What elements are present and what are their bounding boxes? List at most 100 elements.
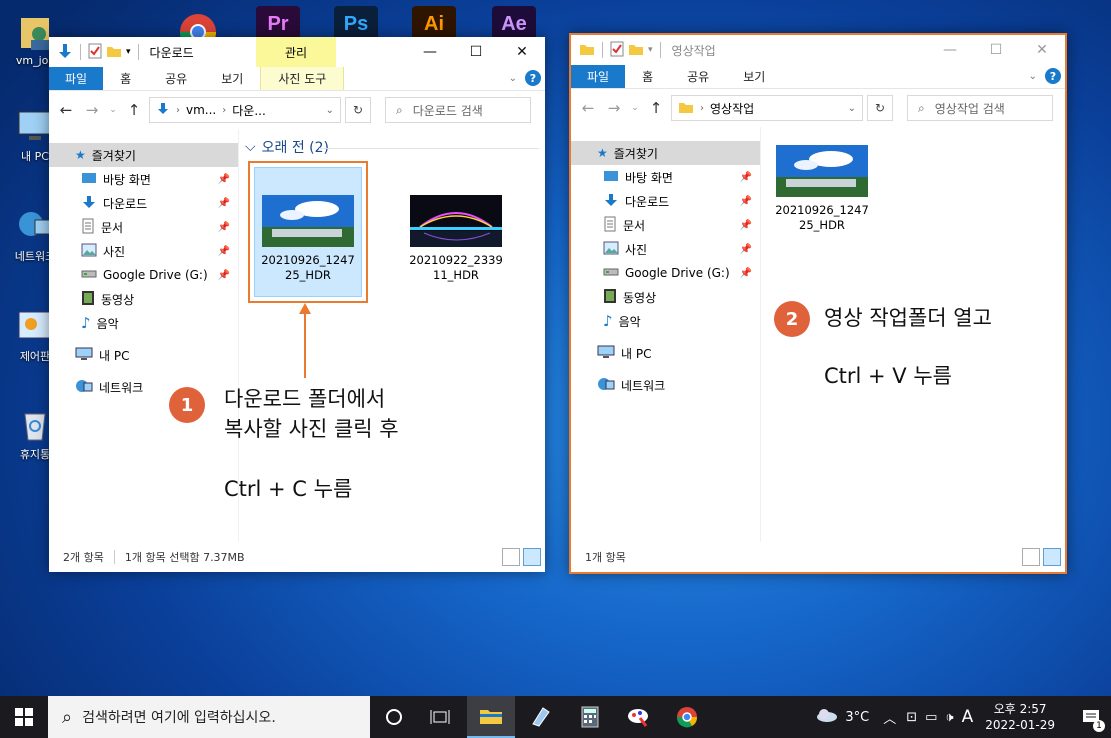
nav-music[interactable]: ♪ 음악 [49,311,238,335]
taskbar-search-input[interactable]: ⌕ 검색하려면 여기에 입력하십시오. [48,696,370,738]
nav-this-pc[interactable]: 내 PC [49,343,238,367]
search-input[interactable]: ⌕ 다운로드 검색 [385,97,531,123]
large-icons-view-button[interactable] [523,548,541,566]
context-tab-manage[interactable]: 관리 [256,37,336,67]
properties-icon[interactable] [610,41,624,60]
nav-videos[interactable]: 동영상 [49,287,238,311]
details-view-button[interactable] [502,548,520,566]
forward-button[interactable]: → [603,99,625,117]
nav-documents[interactable]: 문서 📌 [571,213,760,237]
breadcrumb-segment[interactable]: vm... [186,103,216,117]
search-input[interactable]: ⌕ 영상작업 검색 [907,95,1053,121]
clock[interactable]: 오후 2:57 2022-01-29 [985,701,1055,733]
maximize-button[interactable]: ☐ [453,37,499,67]
refresh-button[interactable]: ↻ [345,97,371,123]
pin-icon: 📌 [217,269,230,281]
help-icon[interactable]: ? [1045,68,1061,84]
nav-desktop[interactable]: 바탕 화면 📌 [49,167,238,191]
help-icon[interactable]: ? [525,70,541,86]
file-item-20210922[interactable]: 20210922_2339 11_HDR [403,195,509,283]
minimize-button[interactable]: — [407,37,453,67]
expand-ribbon-icon[interactable]: ⌄ [1029,71,1037,82]
qat-dropdown-icon[interactable]: ▾ [648,45,653,55]
nav-pictures[interactable]: 사진 📌 [49,239,238,263]
nav-videos[interactable]: 동영상 [571,285,760,309]
new-folder-icon[interactable] [106,44,122,61]
network-tray-icon[interactable]: ▭ [925,710,937,725]
nav-pictures[interactable]: 사진 📌 [571,237,760,261]
task-view-button[interactable] [416,696,464,738]
tab-share[interactable]: 공유 [670,65,726,88]
nav-google-drive[interactable]: Google Drive (G:) 📌 [49,263,238,287]
large-icons-view-button[interactable] [1043,548,1061,566]
nav-desktop[interactable]: 바탕 화면 📌 [571,165,760,189]
tab-view[interactable]: 보기 [726,65,782,88]
notification-center-button[interactable]: 1 [1071,696,1111,738]
nav-documents[interactable]: 문서 📌 [49,215,238,239]
view-toggle [502,548,541,566]
chevron-down-icon: ⌵ [245,139,256,155]
tab-file[interactable]: 파일 [571,65,626,88]
details-view-button[interactable] [1022,548,1040,566]
up-button[interactable]: ↑ [645,99,667,117]
qat-dropdown-icon[interactable]: ▾ [126,47,131,57]
recent-dropdown-icon[interactable]: ⌄ [107,105,119,115]
down-arrow-app-icon [57,43,73,62]
tab-photo-tools[interactable]: 사진 도구 [260,67,345,90]
refresh-button[interactable]: ↻ [867,95,893,121]
cortana-button[interactable] [370,696,418,738]
taskbar-app-notes[interactable] [516,696,564,738]
folder-app-icon [579,42,595,59]
nav-downloads[interactable]: 다운로드 📌 [49,191,238,215]
step-1-text: 다운로드 폴더에서 복사할 사진 클릭 후 Ctrl + C 누름 [224,387,399,501]
properties-icon[interactable] [88,43,102,62]
recent-dropdown-icon[interactable]: ⌄ [629,103,641,113]
tab-share[interactable]: 공유 [148,67,204,90]
taskbar-file-explorer[interactable] [467,696,515,738]
breadcrumb-segment[interactable]: 영상작업 [710,100,754,117]
back-button[interactable]: ← [55,101,77,119]
tab-file[interactable]: 파일 [49,67,104,90]
close-button[interactable]: ✕ [499,37,545,67]
nav-quick-access[interactable]: ★ 즐겨찾기 [49,143,238,167]
tab-view[interactable]: 보기 [204,67,260,90]
meet-now-icon[interactable]: ⊡ [906,710,917,725]
volume-icon[interactable]: 🕩 [945,710,953,725]
explorer-window-video-work: ▾ 영상작업 — ☐ ✕ 파일 홈 공유 보기 ⌄? ← → ⌄ ↑ › 영상작… [569,33,1067,574]
video-icon [603,288,617,307]
nav-downloads[interactable]: 다운로드 📌 [571,189,760,213]
expand-ribbon-icon[interactable]: ⌄ [509,73,517,84]
pictures-icon [81,243,97,260]
maximize-button[interactable]: ☐ [973,35,1019,65]
taskbar-calculator[interactable] [566,696,614,738]
start-button[interactable] [0,696,48,738]
nav-this-pc[interactable]: 내 PC [571,341,760,365]
file-item-20210926[interactable]: 20210926_1247 25_HDR [255,195,361,283]
ime-indicator[interactable]: A [962,707,974,727]
close-button[interactable]: ✕ [1019,35,1065,65]
back-button[interactable]: ← [577,99,599,117]
new-folder-icon[interactable] [628,42,644,59]
up-button[interactable]: ↑ [123,101,145,119]
nav-music[interactable]: ♪ 음악 [571,309,760,333]
breadcrumb-segment[interactable]: 다운... [232,102,266,119]
address-box[interactable]: › 영상작업 ⌄ [671,95,863,121]
search-icon: ⌕ [918,100,925,115]
nav-network[interactable]: 네트워크 [49,375,238,399]
tab-home[interactable]: 홈 [103,67,148,90]
tab-home[interactable]: 홈 [625,65,670,88]
taskbar-chrome[interactable] [663,696,711,738]
forward-button[interactable]: → [81,101,103,119]
weather-temperature[interactable]: 3°C [845,710,869,725]
minimize-button[interactable]: — [927,35,973,65]
nav-google-drive[interactable]: Google Drive (G:) 📌 [571,261,760,285]
weather-icon[interactable] [815,707,839,727]
nav-quick-access[interactable]: ★ 즐겨찾기 [571,141,760,165]
nav-network[interactable]: 네트워크 [571,373,760,397]
address-box[interactable]: › vm... › 다운... ⌄ [149,97,341,123]
show-hidden-icons[interactable]: ︿ [883,708,896,727]
file-item-20210926[interactable]: 20210926_1247 25_HDR [769,145,875,233]
desktop-folder-icon [603,170,619,185]
group-header[interactable]: ⌵ 오래 전 (2) [245,137,329,157]
taskbar-paint[interactable] [614,696,662,738]
